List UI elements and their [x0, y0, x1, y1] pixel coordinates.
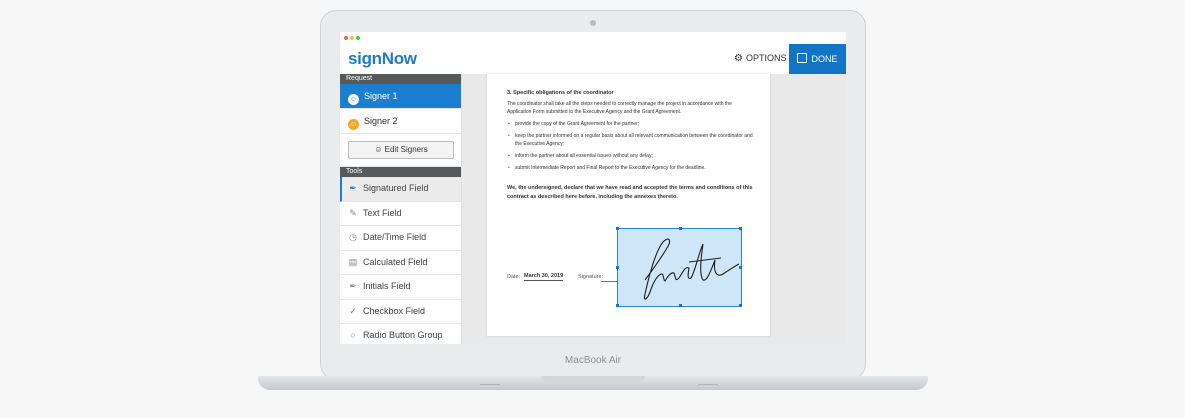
window-maximize-dot[interactable] — [356, 36, 360, 40]
document-text: 3. Specific obligations of the coordinat… — [507, 90, 757, 202]
window-minimize-dot[interactable] — [350, 36, 354, 40]
declaration-text: We, the undersigned, declare that we hav… — [507, 185, 753, 200]
window-titlebar — [340, 32, 846, 44]
tool-checkbox-field[interactable]: ✓ Checkbox Field — [340, 300, 461, 324]
pen-nib-icon: ✒ — [349, 183, 357, 193]
device-model-label: MacBook Air — [564, 355, 622, 366]
resize-handle[interactable] — [739, 304, 742, 307]
done-button[interactable]: DONE — [789, 44, 846, 74]
user-avatar-icon: ☺ — [348, 94, 359, 105]
document-viewer[interactable]: 3. Specific obligations of the coordinat… — [462, 74, 846, 344]
list-item: inform the partner about all essential i… — [507, 152, 757, 160]
tool-label: Text Field — [363, 207, 402, 218]
laptop-notch — [541, 376, 645, 382]
clock-icon: ◷ — [349, 232, 357, 242]
request-section-header: Request — [340, 74, 461, 84]
sidebar: Request ☺ Signer 1 ☺ Signer 2 ☺ Edit Signe… — [340, 74, 462, 344]
window-close-dot[interactable] — [344, 36, 348, 40]
list-item: provide the copy of the Grant Agreement … — [507, 120, 757, 128]
resize-handle[interactable] — [679, 304, 682, 307]
tool-label: Radio Button Group — [363, 330, 443, 340]
radio-icon: ○ — [350, 330, 356, 340]
calculator-icon: ▤ — [348, 256, 358, 267]
document-page: 3. Specific obligations of the coordinat… — [487, 74, 770, 336]
pencil-icon: ✎ — [349, 207, 357, 218]
laptop-foot-right — [698, 384, 718, 385]
resize-handle[interactable] — [616, 266, 619, 269]
resize-handle[interactable] — [616, 304, 619, 307]
list-item: keep the partner informed on a regular b… — [507, 132, 757, 148]
resize-handle[interactable] — [739, 227, 742, 230]
handwritten-signature — [643, 238, 740, 300]
done-label: DONE — [811, 54, 838, 64]
edit-signers-label: Edit Signers — [384, 145, 428, 154]
options-label: OPTIONS — [745, 53, 787, 63]
tool-label: Calculated Field — [363, 256, 428, 267]
camera-icon — [590, 20, 596, 26]
options-button[interactable]: ⚙ OPTIONS — [734, 53, 786, 64]
tools-section-header: Tools — [340, 167, 461, 177]
checkmark-icon: ✓ — [349, 305, 357, 316]
resize-handle[interactable] — [616, 227, 619, 230]
tool-label: Signatured Field — [363, 183, 429, 193]
tool-calculated-field[interactable]: ▤ Calculated Field — [340, 251, 461, 275]
signature-label: Signature: — [578, 274, 604, 280]
tool-signature-field[interactable]: ✒ Signatured Field — [340, 177, 461, 202]
tool-radio-button-group[interactable]: ○ Radio Button Group — [340, 324, 461, 344]
sidebar-item-signer-1[interactable]: ☺ Signer 1 — [340, 84, 461, 109]
date-label: Date: — [507, 274, 521, 280]
signer-label: Signer 1 — [364, 91, 398, 101]
section-title: 3. Specific obligations of the coordinat… — [507, 90, 614, 96]
tool-initials-field[interactable]: ✒ Initials Field — [340, 275, 461, 300]
signature-field[interactable] — [616, 227, 742, 307]
user-icon: ☺ — [374, 145, 383, 154]
tool-date-time-field[interactable]: ◷ Date/Time Field — [340, 226, 461, 251]
list-item: submit Intermediate Report and Final Rep… — [507, 164, 757, 172]
app-header: signNow ⚙ OPTIONS DONE — [340, 44, 846, 75]
signer-label: Signer 2 — [364, 116, 398, 126]
resize-handle[interactable] — [739, 266, 742, 269]
edit-signers-button[interactable]: ☺ Edit Signers — [348, 141, 454, 159]
gear-icon: ⚙ — [734, 53, 743, 64]
initials-pen-icon: ✒ — [349, 281, 357, 291]
intro-paragraph: The coordinator shall take all the steps… — [507, 101, 732, 115]
laptop-base — [258, 376, 928, 390]
app-logo[interactable]: signNow — [348, 49, 417, 69]
screen: signNow ⚙ OPTIONS DONE Request ☺ Signer 1 … — [340, 32, 846, 344]
tool-label: Date/Time Field — [363, 232, 427, 242]
user-avatar-icon: ☺ — [348, 119, 359, 130]
date-value: March 30, 2019 — [524, 273, 564, 281]
tool-label: Initials Field — [363, 281, 411, 291]
sidebar-item-signer-2[interactable]: ☺ Signer 2 — [340, 109, 461, 134]
laptop-foot-left — [480, 384, 500, 385]
calendar-icon — [797, 53, 808, 63]
edit-signers-row: ☺ Edit Signers — [340, 134, 461, 167]
tool-label: Checkbox Field — [363, 305, 426, 316]
resize-handle[interactable] — [679, 227, 682, 230]
tool-text-field[interactable]: ✎ Text Field — [340, 202, 461, 226]
